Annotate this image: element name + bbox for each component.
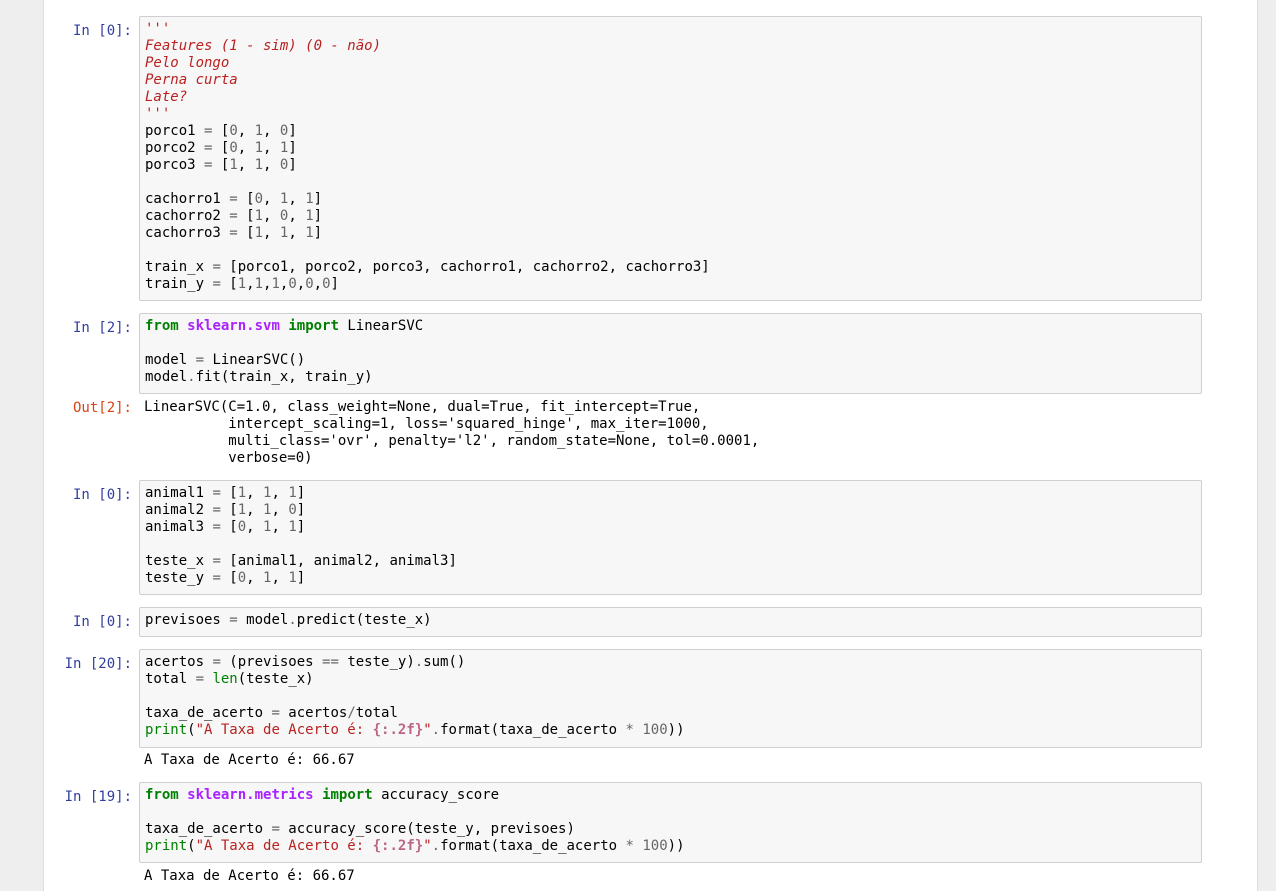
code-editor[interactable]: acertos = (previsoes == teste_y).sum() t… [139,649,1202,748]
output-text: A Taxa de Acerto é: 66.67 [144,752,355,768]
output-cell: A Taxa de Acerto é: 66.67 [44,752,1257,772]
notebook-container: In [0]: ''' Features (1 - sim) (0 - não)… [43,0,1258,891]
output-area: A Taxa de Acerto é: 66.67 [144,752,1204,769]
output-cell: A Taxa de Acerto é: 66.67 [44,868,1257,888]
input-prompt: In [2]: [72,320,132,336]
code-editor[interactable]: ''' Features (1 - sim) (0 - não) Pelo lo… [139,16,1202,301]
input-prompt: In [19]: [64,789,132,805]
code-editor[interactable]: from sklearn.metrics import accuracy_sco… [139,782,1202,863]
code-cell[interactable]: In [20]: acertos = (previsoes == teste_y… [44,649,1257,748]
code-editor[interactable]: previsoes = model.predict(teste_x) [139,607,1202,637]
input-prompt: In [0]: [72,23,132,39]
output-text: LinearSVC(C=1.0, class_weight=None, dual… [144,399,760,466]
code-text[interactable]: from sklearn.svm import LinearSVC model … [145,318,1196,386]
input-prompt: In [0]: [72,487,132,503]
output-area: LinearSVC(C=1.0, class_weight=None, dual… [144,399,1204,467]
output-prompt: Out[2]: [72,400,132,416]
code-text[interactable]: ''' Features (1 - sim) (0 - não) Pelo lo… [145,21,1196,293]
code-text[interactable]: previsoes = model.predict(teste_x) [145,612,1196,629]
code-editor[interactable]: animal1 = [1, 1, 1] animal2 = [1, 1, 0] … [139,480,1202,595]
code-editor[interactable]: from sklearn.svm import LinearSVC model … [139,313,1202,394]
output-area: A Taxa de Acerto é: 66.67 [144,868,1204,885]
output-cell: Out[2]: LinearSVC(C=1.0, class_weight=No… [44,399,1257,469]
code-cell[interactable]: In [0]: ''' Features (1 - sim) (0 - não)… [44,16,1257,301]
code-cell[interactable]: In [0]: animal1 = [1, 1, 1] animal2 = [1… [44,480,1257,595]
code-text[interactable]: acertos = (previsoes == teste_y).sum() t… [145,654,1196,739]
code-cell[interactable]: In [0]: previsoes = model.predict(teste_… [44,607,1257,637]
code-cell[interactable]: In [2]: from sklearn.svm import LinearSV… [44,313,1257,394]
code-text[interactable]: from sklearn.metrics import accuracy_sco… [145,787,1196,855]
code-text[interactable]: animal1 = [1, 1, 1] animal2 = [1, 1, 0] … [145,485,1196,587]
input-prompt: In [0]: [72,614,132,630]
input-prompt: In [20]: [64,656,132,672]
output-text: A Taxa de Acerto é: 66.67 [144,868,355,884]
code-cell[interactable]: In [19]: from sklearn.metrics import acc… [44,782,1257,863]
